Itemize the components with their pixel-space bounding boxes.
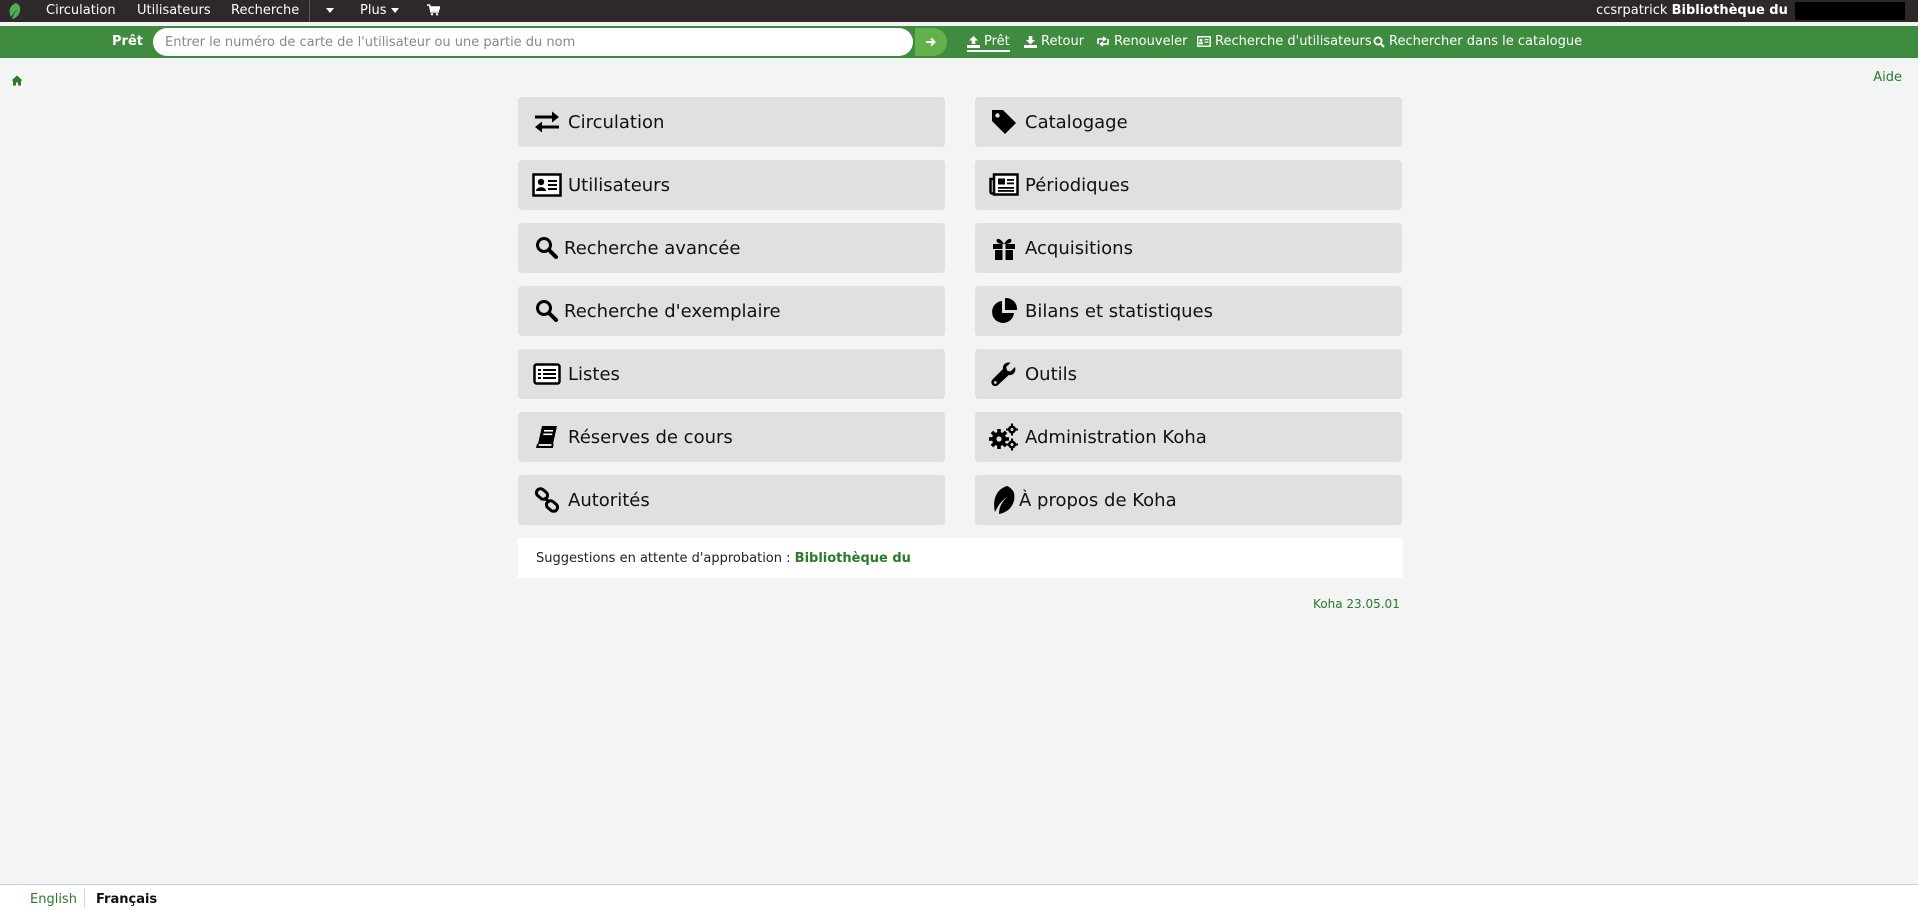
module-reserves-de-cours-label: Réserves de cours xyxy=(568,426,733,448)
module-administration-koha-label: Administration Koha xyxy=(1025,426,1207,448)
nav-separator xyxy=(309,0,310,22)
pending-suggestions-panel: Suggestions en attente d'approbation : B… xyxy=(518,538,1403,578)
search-icon xyxy=(532,233,562,263)
catalog-search-label: Rechercher dans le catalogue xyxy=(1389,34,1583,49)
koha-leaf-icon xyxy=(989,485,1019,515)
tag-icon xyxy=(989,107,1019,137)
arrow-right-icon xyxy=(926,37,936,47)
module-reserves-de-cours[interactable]: Réserves de cours xyxy=(518,412,945,462)
checkin-action[interactable]: Retour xyxy=(1024,34,1084,49)
nav-plus-label: Plus xyxy=(360,3,387,18)
module-acquisitions-label: Acquisitions xyxy=(1025,237,1133,259)
wrench-icon xyxy=(989,359,1019,389)
module-autorites-label: Autorités xyxy=(568,489,650,511)
module-periodiques[interactable]: Périodiques xyxy=(975,160,1402,210)
module-recherche-exemplaire[interactable]: Recherche d'exemplaire xyxy=(518,286,945,336)
module-utilisateurs-label: Utilisateurs xyxy=(568,174,670,196)
module-administration-koha[interactable]: Administration Koha xyxy=(975,412,1402,462)
koha-logo-icon[interactable] xyxy=(7,2,23,20)
newspaper-icon xyxy=(989,170,1019,200)
module-a-propos-koha-label: À propos de Koha xyxy=(1019,489,1177,511)
list-icon xyxy=(532,359,562,389)
id-card-icon xyxy=(532,170,562,200)
module-outils-label: Outils xyxy=(1025,363,1078,385)
module-listes-label: Listes xyxy=(568,363,620,385)
koha-version[interactable]: Koha 23.05.01 xyxy=(1313,597,1400,611)
download-icon xyxy=(1024,35,1037,48)
caret-down-icon xyxy=(326,8,334,13)
module-bilans-statistiques[interactable]: Bilans et statistiques xyxy=(975,286,1402,336)
module-recherche-avancee-label: Recherche avancée xyxy=(564,237,741,259)
patron-search-input[interactable] xyxy=(153,28,913,56)
suggestions-library-link[interactable]: Bibliothèque du xyxy=(795,551,911,566)
retweet-icon xyxy=(1097,36,1109,47)
caret-down-icon xyxy=(391,8,400,13)
language-footer: English Français xyxy=(0,884,1918,911)
suggestions-text: Suggestions en attente d'approbation : xyxy=(536,551,791,566)
module-a-propos-koha[interactable]: À propos de Koha xyxy=(975,475,1402,525)
module-recherche-exemplaire-label: Recherche d'exemplaire xyxy=(564,300,781,322)
search-icon xyxy=(1373,36,1385,48)
gears-icon xyxy=(989,422,1019,452)
nav-utilisateurs[interactable]: Utilisateurs xyxy=(137,3,211,18)
language-separator xyxy=(84,888,85,908)
search-dropdown-toggle[interactable] xyxy=(321,3,334,18)
nav-plus[interactable]: Plus xyxy=(360,3,400,18)
checkout-action[interactable]: Prêt xyxy=(967,34,1010,52)
checkin-label: Retour xyxy=(1041,34,1085,49)
nav-recherche[interactable]: Recherche xyxy=(231,3,299,18)
gift-icon xyxy=(989,233,1019,263)
patron-search-action[interactable]: Recherche d'utilisateurs xyxy=(1197,34,1372,49)
module-outils[interactable]: Outils xyxy=(975,349,1402,399)
module-periodiques-label: Périodiques xyxy=(1025,174,1130,196)
pie-chart-icon xyxy=(989,296,1019,326)
search-icon xyxy=(532,296,562,326)
help-link[interactable]: Aide xyxy=(1873,70,1902,85)
module-catalogage-label: Catalogage xyxy=(1025,111,1128,133)
language-english[interactable]: English xyxy=(30,892,77,907)
home-icon[interactable] xyxy=(11,71,23,90)
module-circulation[interactable]: Circulation xyxy=(518,97,945,147)
id-card-icon xyxy=(1197,36,1211,47)
logged-in-user[interactable]: ccsrpatrick Bibliothèque du xyxy=(1596,2,1905,20)
patron-search-label: Recherche d'utilisateurs xyxy=(1215,34,1372,49)
checkout-label: Prêt xyxy=(984,34,1010,49)
book-icon xyxy=(532,422,562,452)
username: ccsrpatrick xyxy=(1596,3,1668,18)
submit-button[interactable] xyxy=(915,28,947,56)
checkout-tab-label[interactable]: Prêt xyxy=(112,34,143,49)
module-acquisitions[interactable]: Acquisitions xyxy=(975,223,1402,273)
module-utilisateurs[interactable]: Utilisateurs xyxy=(518,160,945,210)
module-recherche-avancee[interactable]: Recherche avancée xyxy=(518,223,945,273)
top-navbar: Circulation Utilisateurs Recherche Plus … xyxy=(0,0,1918,22)
catalog-search-action[interactable]: Rechercher dans le catalogue xyxy=(1373,34,1582,49)
module-circulation-label: Circulation xyxy=(568,111,665,133)
link-icon xyxy=(532,485,562,515)
exchange-icon xyxy=(532,107,562,137)
module-bilans-statistiques-label: Bilans et statistiques xyxy=(1025,300,1213,322)
module-autorites[interactable]: Autorités xyxy=(518,475,945,525)
upload-icon xyxy=(967,35,980,48)
module-listes[interactable]: Listes xyxy=(518,349,945,399)
cart-icon[interactable] xyxy=(427,4,441,20)
renew-action[interactable]: Renouveler xyxy=(1096,34,1188,49)
nav-circulation[interactable]: Circulation xyxy=(46,3,116,18)
renew-label: Renouveler xyxy=(1114,34,1188,49)
module-catalogage[interactable]: Catalogage xyxy=(975,97,1402,147)
redacted-block xyxy=(1795,2,1905,20)
library-name: Bibliothèque du xyxy=(1671,3,1788,18)
language-francais[interactable]: Français xyxy=(96,892,157,907)
circulation-search-header: Prêt Prêt Retour Renouveler Recherche d'… xyxy=(0,26,1918,58)
